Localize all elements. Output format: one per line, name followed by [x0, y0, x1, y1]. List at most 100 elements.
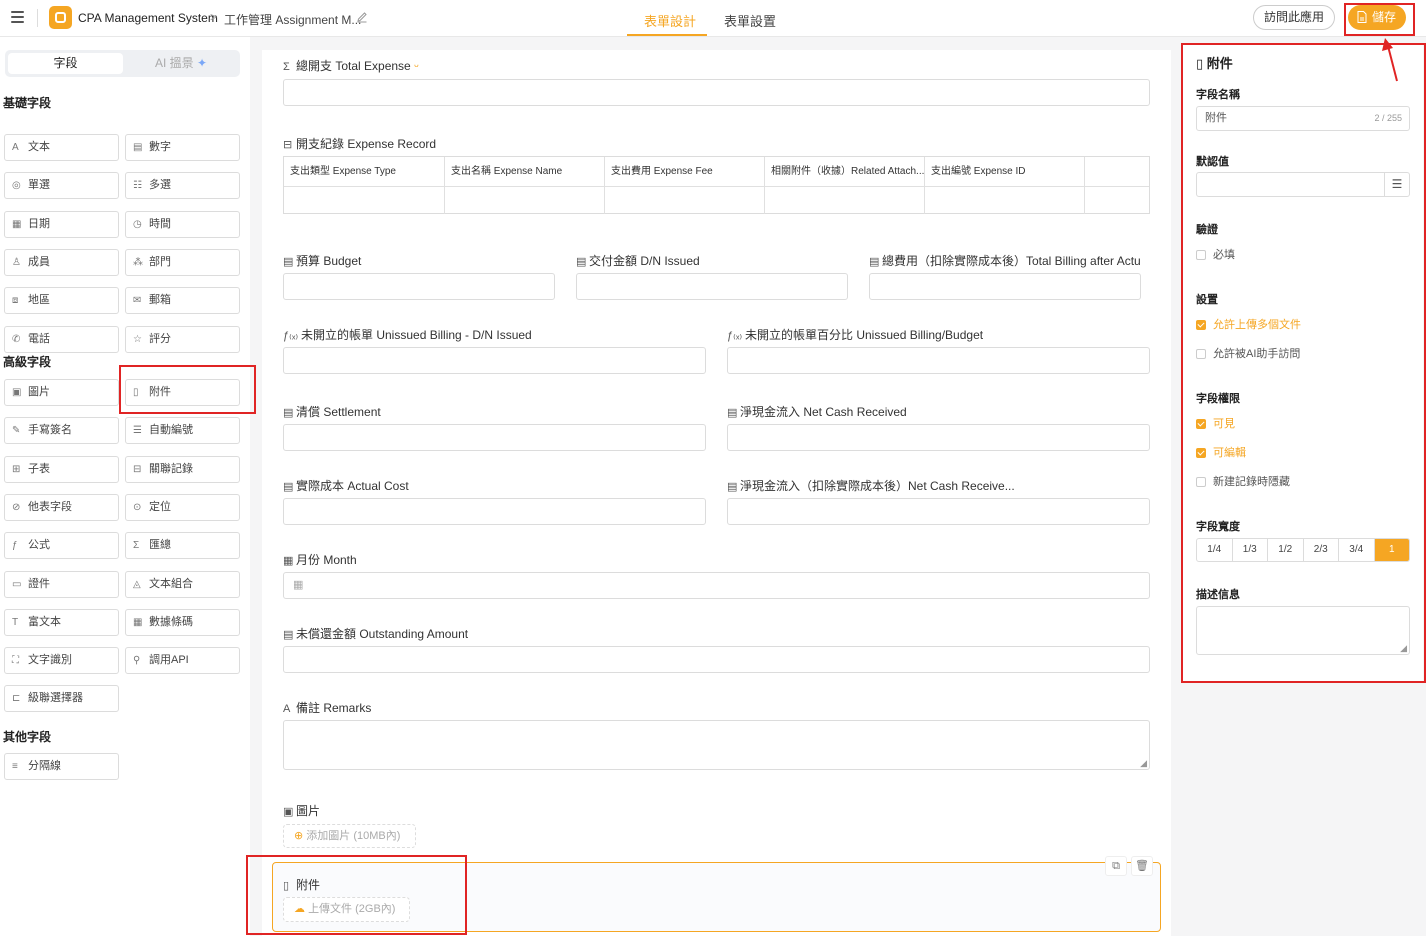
field-type-advanced-9[interactable]: Σ 匯總 — [125, 532, 240, 560]
tab-form-settings[interactable]: 表單設置 — [724, 11, 776, 30]
app-logo — [49, 6, 72, 29]
field-label-settlement: ▤ 清償 Settlement — [283, 403, 381, 420]
field-type-advanced-15[interactable]: ⚲ 調用API — [125, 647, 240, 675]
field-type-basic-4[interactable]: ▦ 日期 — [4, 210, 119, 238]
table-cell[interactable] — [765, 187, 925, 214]
budget-input[interactable] — [283, 273, 555, 300]
field-type-basic-1[interactable]: ▤ 數字 — [125, 134, 240, 161]
actual-cost-text: 實際成本 Actual Cost — [296, 479, 409, 493]
table-cell[interactable] — [605, 187, 765, 214]
field-type-basic-3[interactable]: ☷ 多選 — [125, 172, 240, 200]
field-type-advanced-14[interactable]: ⛶ 文字識別 — [4, 647, 119, 675]
field-label-unissued-billing: ƒ₍ₓ₎ 未開立的帳單 Unissued Billing - D/N Issued — [283, 326, 532, 343]
ai-wave-icon: ᵕ — [414, 59, 419, 73]
unissued-pct-input[interactable] — [727, 347, 1150, 374]
field-type-label: 調用API — [149, 654, 189, 667]
app-name[interactable]: CPA Management System — [78, 11, 218, 25]
basic-fields-title: 基礎字段 — [3, 96, 52, 110]
field-type-advanced-10[interactable]: ▭ 證件 — [4, 570, 119, 598]
tab-form-design[interactable]: 表單設計 — [644, 11, 696, 30]
highlight-attachment-field — [119, 365, 256, 414]
add-image-button[interactable]: ⊕ 添加圖片 (10MB內) — [283, 824, 416, 848]
text-icon: A — [12, 142, 19, 153]
field-type-basic-2[interactable]: ◎ 單選 — [4, 172, 119, 200]
location-icon: ⊙ — [133, 501, 142, 513]
actual-cost-input[interactable] — [283, 498, 706, 525]
field-type-basic-9[interactable]: ✉ 郵箱 — [125, 287, 240, 315]
field-type-advanced-7[interactable]: ⊙ 定位 — [125, 493, 240, 521]
text-icon: A — [283, 703, 291, 715]
menu-icon[interactable] — [11, 11, 24, 23]
table-header: 支出名稱 Expense Name — [445, 157, 605, 187]
divider — [37, 9, 38, 27]
database-icon: ⊟ — [283, 139, 293, 151]
field-type-advanced-2[interactable]: ✎ 手寫簽名 — [4, 417, 119, 445]
table-cell[interactable] — [445, 187, 605, 214]
month-input[interactable]: ▦ — [283, 572, 1150, 599]
form-name[interactable]: 工作管理 Assignment M... — [224, 11, 361, 28]
field-type-advanced-6[interactable]: ⊘ 他表字段 — [4, 493, 119, 521]
field-type-basic-8[interactable]: ⧈ 地區 — [4, 287, 119, 315]
settlement-input[interactable] — [283, 424, 706, 451]
radio-icon: ◎ — [12, 180, 21, 192]
dn-issued-text: 交付金額 D/N Issued — [589, 254, 700, 268]
field-label-actual-cost: ▤ 實際成本 Actual Cost — [283, 477, 409, 494]
field-type-basic-5[interactable]: ◷ 時間 — [125, 210, 240, 238]
field-type-basic-10[interactable]: ✆ 電話 — [4, 325, 119, 353]
field-type-basic-6[interactable]: ♙ 成員 — [4, 248, 119, 276]
copy-icon[interactable]: ⧉ — [1105, 856, 1127, 876]
org-icon: ⁂ — [133, 256, 143, 268]
total-expense-text: 總開支 Total Expense — [296, 59, 411, 73]
outstanding-input[interactable] — [283, 646, 1150, 673]
trash-icon[interactable]: 🗑 — [1131, 856, 1153, 876]
net-cash-after-text: 淨現金流入（扣除實際成本後）Net Cash Receive... — [740, 479, 1015, 493]
settlement-text: 清償 Settlement — [296, 405, 381, 419]
field-type-advanced-13[interactable]: ▦ 數據條碼 — [125, 608, 240, 636]
table-cell[interactable] — [284, 187, 445, 214]
expense-record-table[interactable]: 支出類型 Expense Type 支出名稱 Expense Name 支出費用… — [283, 156, 1150, 214]
field-type-advanced-4[interactable]: ⊞ 子表 — [4, 455, 119, 483]
net-cash-input[interactable] — [727, 424, 1150, 451]
database-icon: ⊟ — [133, 463, 142, 475]
number-icon: ▤ — [869, 256, 880, 268]
total-billing-input[interactable] — [869, 273, 1141, 300]
remarks-text: 備註 Remarks — [296, 701, 372, 715]
field-type-advanced-8[interactable]: ƒ 公式 — [4, 532, 119, 560]
edit-icon[interactable] — [356, 11, 368, 23]
field-type-advanced-11[interactable]: ◬ 文本組合 — [125, 570, 240, 598]
field-type-label: 定位 — [149, 500, 171, 513]
field-label-net-cash-after: ▤ 淨現金流入（扣除實際成本後）Net Cash Receive... — [727, 477, 1015, 494]
field-label-image: ▣ 圖片 — [283, 802, 320, 819]
field-label-total-expense: Σ 總開支 Total Expense ᵕ — [283, 57, 419, 74]
field-label-dn-issued: ▤ 交付金額 D/N Issued — [576, 252, 700, 269]
field-type-advanced-3[interactable]: ☰ 自動編號 — [125, 417, 240, 445]
field-type-label: 圖片 — [28, 386, 50, 398]
table-cell[interactable] — [925, 187, 1085, 214]
field-type-advanced-16[interactable]: ⊏ 級聯選擇器 — [4, 685, 119, 713]
qr-icon: ▦ — [133, 616, 143, 628]
resize-handle-icon: ◢ — [1140, 758, 1147, 768]
field-type-basic-11[interactable]: ☆ 評分 — [125, 325, 240, 353]
unissued-billing-input[interactable] — [283, 347, 706, 374]
outstanding-text: 未償還金額 Outstanding Amount — [296, 627, 469, 641]
remarks-textarea[interactable]: ◢ — [283, 720, 1150, 770]
field-type-advanced-0[interactable]: ▣ 圖片 — [4, 379, 119, 406]
tab-fields[interactable]: 字段 — [8, 53, 123, 74]
field-type-other-0[interactable]: ≡ 分隔線 — [4, 753, 119, 780]
field-type-basic-7[interactable]: ⁂ 部門 — [125, 248, 240, 276]
link-icon: ⊘ — [12, 501, 21, 513]
net-cash-after-input[interactable] — [727, 498, 1150, 525]
field-type-advanced-12[interactable]: T 富文本 — [4, 608, 119, 636]
table-header: 支出編號 Expense ID — [925, 157, 1085, 187]
field-type-label: 成員 — [28, 255, 50, 268]
field-type-basic-0[interactable]: A 文本 — [4, 134, 119, 161]
total-expense-input[interactable] — [283, 79, 1150, 106]
shapes-icon: ◬ — [133, 578, 141, 590]
field-type-label: 子表 — [28, 462, 50, 475]
field-type-advanced-5[interactable]: ⊟ 關聯記錄 — [125, 455, 240, 483]
dn-issued-input[interactable] — [576, 273, 848, 300]
visit-app-button[interactable]: 訪問此應用 — [1253, 5, 1335, 30]
field-type-label: 數據條碼 — [149, 615, 193, 628]
checklist-icon: ☷ — [133, 180, 142, 192]
tab-ai-scenes[interactable]: AI 搵景 ✦ — [125, 53, 237, 74]
